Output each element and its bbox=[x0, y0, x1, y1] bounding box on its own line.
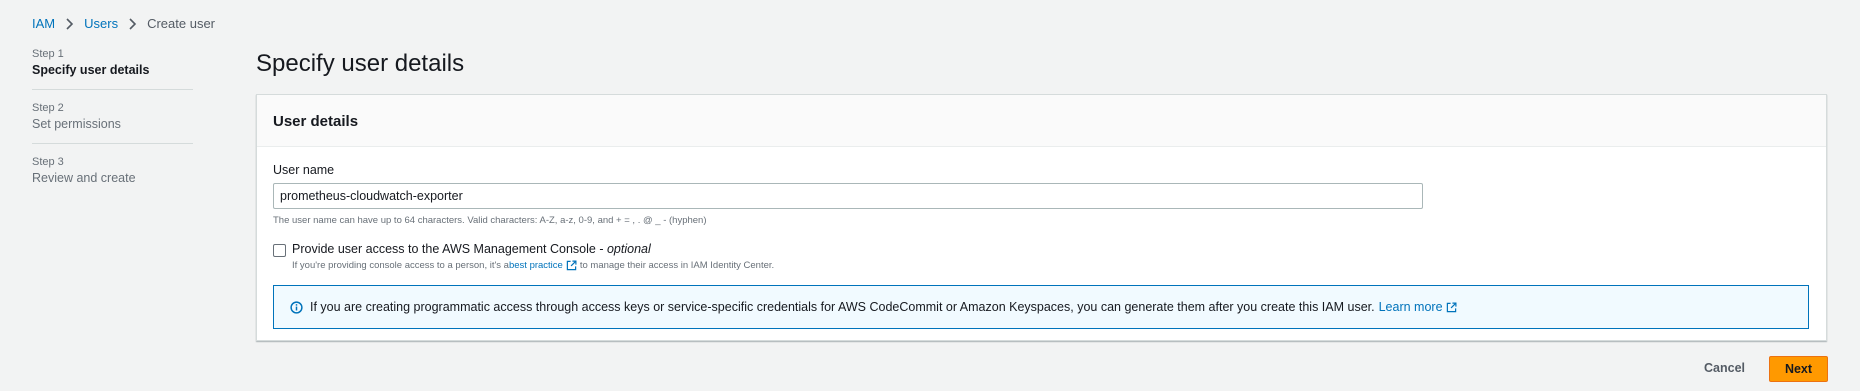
wizard-steps: Step 1 Specify user details Step 2 Set p… bbox=[32, 48, 193, 209]
username-input[interactable] bbox=[273, 183, 1423, 209]
breadcrumb-current: Create user bbox=[147, 16, 215, 31]
chevron-right-icon bbox=[66, 17, 74, 30]
console-access-label[interactable]: Provide user access to the AWS Managemen… bbox=[292, 242, 774, 256]
cancel-button[interactable]: Cancel bbox=[1698, 356, 1751, 380]
panel-body: User name The user name can have up to 6… bbox=[257, 147, 1826, 329]
info-icon bbox=[290, 300, 303, 314]
info-alert-text: If you are creating programmatic access … bbox=[310, 300, 1375, 314]
learn-more-link[interactable]: Learn more bbox=[1379, 300, 1460, 314]
step-review-and-create: Step 3 Review and create bbox=[32, 156, 193, 197]
console-access-checkbox[interactable] bbox=[273, 244, 286, 257]
console-access-desc-after: to manage their access in IAM Identity C… bbox=[579, 260, 775, 271]
console-access-option: Provide user access to the AWS Managemen… bbox=[273, 242, 1810, 271]
page-title: Specify user details bbox=[256, 50, 465, 77]
step-number: Step 1 bbox=[32, 48, 64, 60]
panel-header: User details bbox=[257, 95, 1826, 147]
step-set-permissions: Step 2 Set permissions bbox=[32, 102, 193, 144]
console-access-desc-before: If you're providing console access to a … bbox=[292, 260, 509, 271]
next-button[interactable]: Next bbox=[1769, 356, 1828, 382]
step-specify-user-details: Step 1 Specify user details bbox=[32, 48, 193, 90]
step-label: Set permissions bbox=[32, 117, 121, 131]
console-access-label-text: Provide user access to the AWS Managemen… bbox=[292, 242, 607, 256]
breadcrumb-iam[interactable]: IAM bbox=[32, 16, 55, 31]
chevron-right-icon bbox=[129, 17, 137, 30]
learn-more-label: Learn more bbox=[1378, 300, 1443, 314]
breadcrumb: IAM Users Create user bbox=[32, 16, 215, 31]
info-alert: If you are creating programmatic access … bbox=[273, 285, 1809, 329]
best-practice-link[interactable]: best practice bbox=[509, 260, 563, 271]
optional-tag: optional bbox=[606, 242, 651, 256]
console-access-description: If you're providing console access to a … bbox=[292, 260, 774, 271]
external-link-icon bbox=[1446, 302, 1457, 312]
external-link-icon[interactable] bbox=[566, 260, 577, 271]
step-label: Specify user details bbox=[32, 63, 150, 77]
username-hint: The user name can have up to 64 characte… bbox=[273, 215, 707, 226]
step-number: Step 3 bbox=[32, 156, 64, 168]
step-label: Review and create bbox=[32, 171, 136, 185]
user-details-panel: User details User name The user name can… bbox=[256, 94, 1827, 341]
console-access-text: Provide user access to the AWS Managemen… bbox=[292, 242, 774, 271]
panel-title: User details bbox=[273, 113, 359, 130]
username-label: User name bbox=[273, 163, 335, 177]
breadcrumb-users[interactable]: Users bbox=[84, 16, 118, 31]
step-number: Step 2 bbox=[32, 102, 64, 114]
